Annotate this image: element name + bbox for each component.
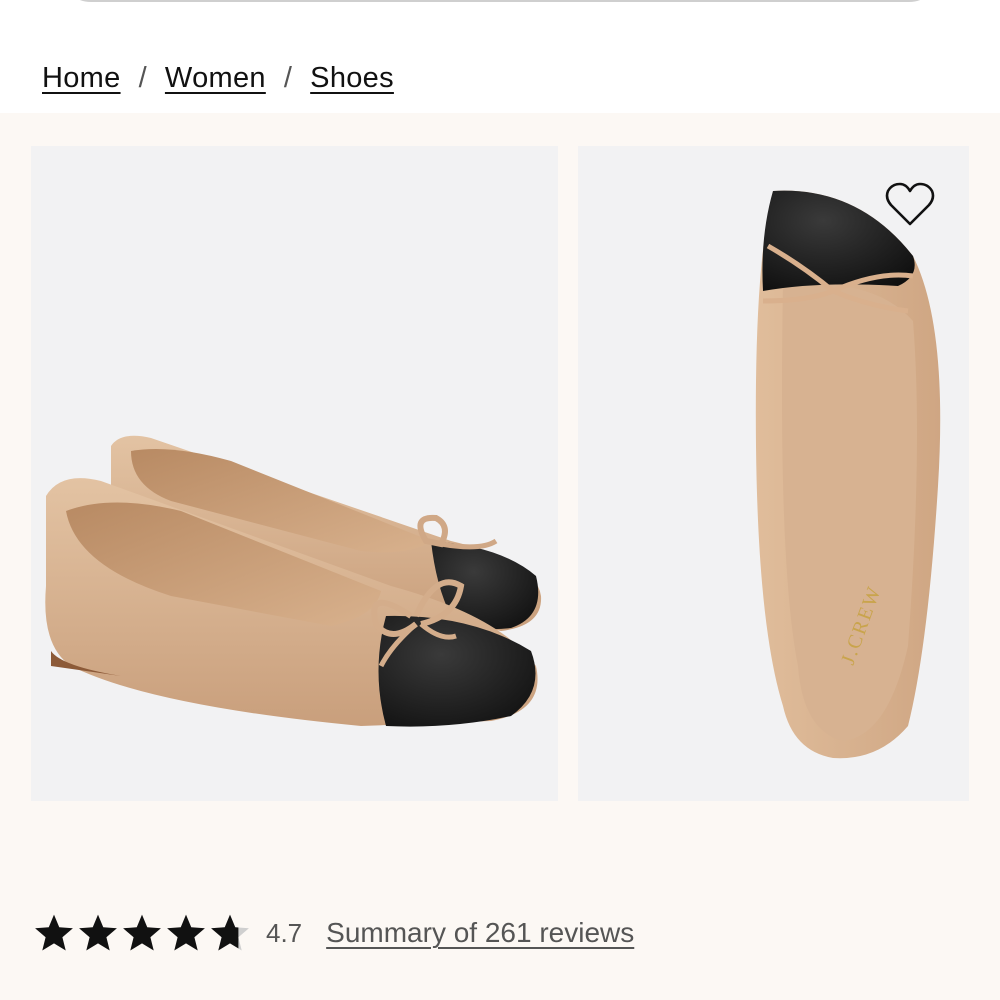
product-rating: 4.7 Summary of 261 reviews: [32, 907, 634, 959]
rating-value: 4.7: [266, 917, 303, 948]
breadcrumb-shoes[interactable]: Shoes: [310, 62, 394, 95]
product-image-top[interactable]: J.CREW: [578, 146, 969, 801]
search-bar[interactable]: [60, 0, 940, 2]
rating-stars: [32, 912, 252, 954]
wishlist-heart-button[interactable]: [881, 178, 939, 232]
product-image-pair[interactable]: [31, 146, 558, 801]
ballet-flat-top-illustration: J.CREW: [755, 190, 941, 759]
breadcrumb-home[interactable]: Home: [42, 62, 121, 95]
breadcrumb: Home / Women / Shoes: [42, 56, 394, 100]
star-partial-icon: [211, 914, 249, 951]
star-full-icon: [167, 914, 205, 951]
star-full-icon: [79, 914, 117, 951]
star-full-icon: [123, 914, 161, 951]
star-full-icon: [35, 914, 73, 951]
reviews-summary-link[interactable]: Summary of 261 reviews: [326, 917, 634, 949]
breadcrumb-separator: /: [283, 61, 293, 94]
ballet-flats-pair-illustration: [45, 435, 542, 727]
breadcrumb-women[interactable]: Women: [165, 62, 266, 95]
heart-outline-icon: [885, 182, 935, 226]
product-gallery: J.CREW 4.7 Summary of 261 reviews: [0, 113, 1000, 1000]
breadcrumb-separator: /: [138, 61, 147, 94]
